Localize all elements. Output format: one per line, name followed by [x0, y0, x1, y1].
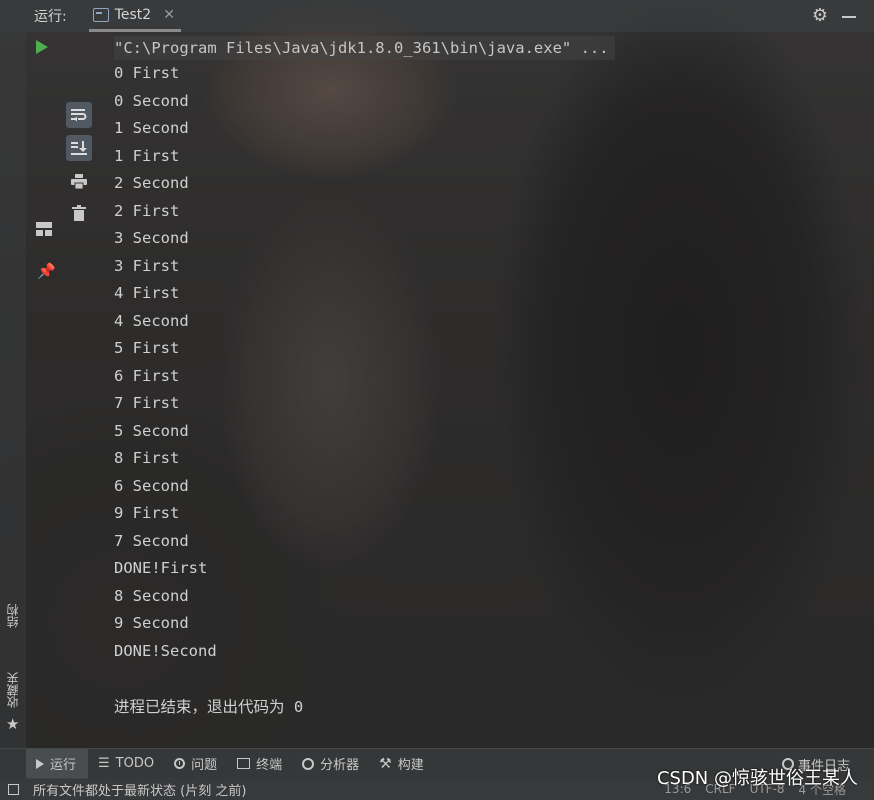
- problems-icon: [174, 758, 186, 769]
- print-button[interactable]: [66, 168, 92, 194]
- tab-run-label: 运行: [50, 758, 77, 773]
- console-line: 8 First: [114, 449, 180, 467]
- play-icon[interactable]: [36, 40, 48, 54]
- console-line: 6 Second: [114, 476, 189, 495]
- console-line: 4 Second: [114, 311, 189, 330]
- tab-build-label: 构建: [397, 758, 424, 773]
- console-line: 1 First: [114, 146, 180, 165]
- tab-terminal-label: 终端: [256, 758, 283, 773]
- console-toolbar: [62, 32, 98, 748]
- run-window-title: 运行:: [34, 9, 67, 25]
- star-icon[interactable]: ★: [6, 715, 19, 733]
- clear-console-button[interactable]: [66, 200, 92, 226]
- exit-message: 进程已结束，退出代码为 0: [114, 697, 304, 716]
- status-message: 所有文件都处于最新状态 (片刻 之前): [33, 783, 247, 799]
- console-line: 4 First: [114, 284, 180, 302]
- console-line: 3 Second: [114, 229, 189, 247]
- run-tool-window-header: 运行: Test2 ✕ ⚙: [0, 0, 874, 32]
- console-line: 7 Second: [114, 531, 189, 550]
- console-line: 9 Second: [114, 614, 189, 632]
- console-line: 0 First: [114, 64, 180, 82]
- console-icon: [92, 7, 109, 22]
- soft-wrap-icon: [71, 109, 87, 122]
- console-line: 0 Second: [114, 91, 189, 110]
- pin-icon[interactable]: 📌: [37, 262, 56, 280]
- tab-problems[interactable]: 问题: [164, 749, 227, 779]
- structure-tool-label[interactable]: 结构: [4, 604, 21, 628]
- console-line: 1 Second: [114, 119, 189, 137]
- terminal-icon: [237, 758, 251, 769]
- tool-window-toggle-icon[interactable]: [8, 783, 19, 795]
- soft-wrap-button[interactable]: [66, 102, 92, 128]
- console-line: 7 First: [114, 394, 180, 412]
- watermark: CSDN @惊骇世俗王某人: [656, 768, 858, 789]
- minimize-icon[interactable]: [842, 15, 856, 18]
- tab-analyzer-label: 分析器: [320, 758, 360, 773]
- console-line: 5 First: [114, 339, 180, 357]
- gear-icon[interactable]: ⚙: [812, 5, 828, 26]
- console-line: 8 Second: [114, 586, 189, 605]
- tab-analyzer[interactable]: 分析器: [292, 749, 369, 779]
- console-line: 2 Second: [114, 174, 189, 192]
- profiler-icon: [302, 757, 315, 770]
- tab-problems-label: 问题: [191, 758, 218, 773]
- console-line: 6 First: [114, 366, 180, 385]
- tab-terminal[interactable]: 终端: [227, 749, 292, 779]
- tab-build[interactable]: ⚒ 构建: [369, 749, 434, 779]
- console-lines: 0 First 0 Second 1 Second 1 First 2 Second 2 …: [114, 60, 874, 665]
- close-icon[interactable]: ✕: [163, 7, 175, 23]
- header-actions: ⚙: [812, 5, 856, 26]
- hammer-icon: ⚒: [379, 755, 392, 772]
- console-line: 2 First: [114, 201, 180, 220]
- console-line: 3 First: [114, 256, 180, 275]
- console-line: DONE!First: [114, 559, 208, 577]
- left-tool-strip: 结构 收藏夹 ★: [0, 32, 26, 748]
- command-line: "C:\Program Files\Java\jdk1.8.0_361\bin\…: [114, 36, 615, 60]
- tab-todo[interactable]: ☰ TODO: [88, 749, 164, 779]
- tab-run[interactable]: 运行: [26, 748, 89, 779]
- console-line: DONE!Second: [114, 641, 217, 660]
- console-output[interactable]: "C:\Program Files\Java\jdk1.8.0_361\bin\…: [114, 36, 874, 721]
- list-icon: ☰: [98, 756, 110, 771]
- tab-test2[interactable]: Test2 ✕: [88, 0, 181, 32]
- layout-icon[interactable]: [36, 222, 52, 236]
- tab-label: Test2: [114, 6, 152, 23]
- console-line: 5 Second: [114, 421, 189, 440]
- console-line: 9 First: [114, 504, 180, 522]
- trash-icon: [72, 205, 86, 221]
- bookmarks-tool-label[interactable]: 收藏夹: [4, 672, 21, 708]
- play-icon: [36, 758, 44, 769]
- print-icon: [71, 173, 87, 189]
- tab-todo-label: TODO: [115, 756, 155, 771]
- scroll-to-end-icon: [71, 141, 87, 155]
- scroll-to-end-button[interactable]: [66, 135, 92, 161]
